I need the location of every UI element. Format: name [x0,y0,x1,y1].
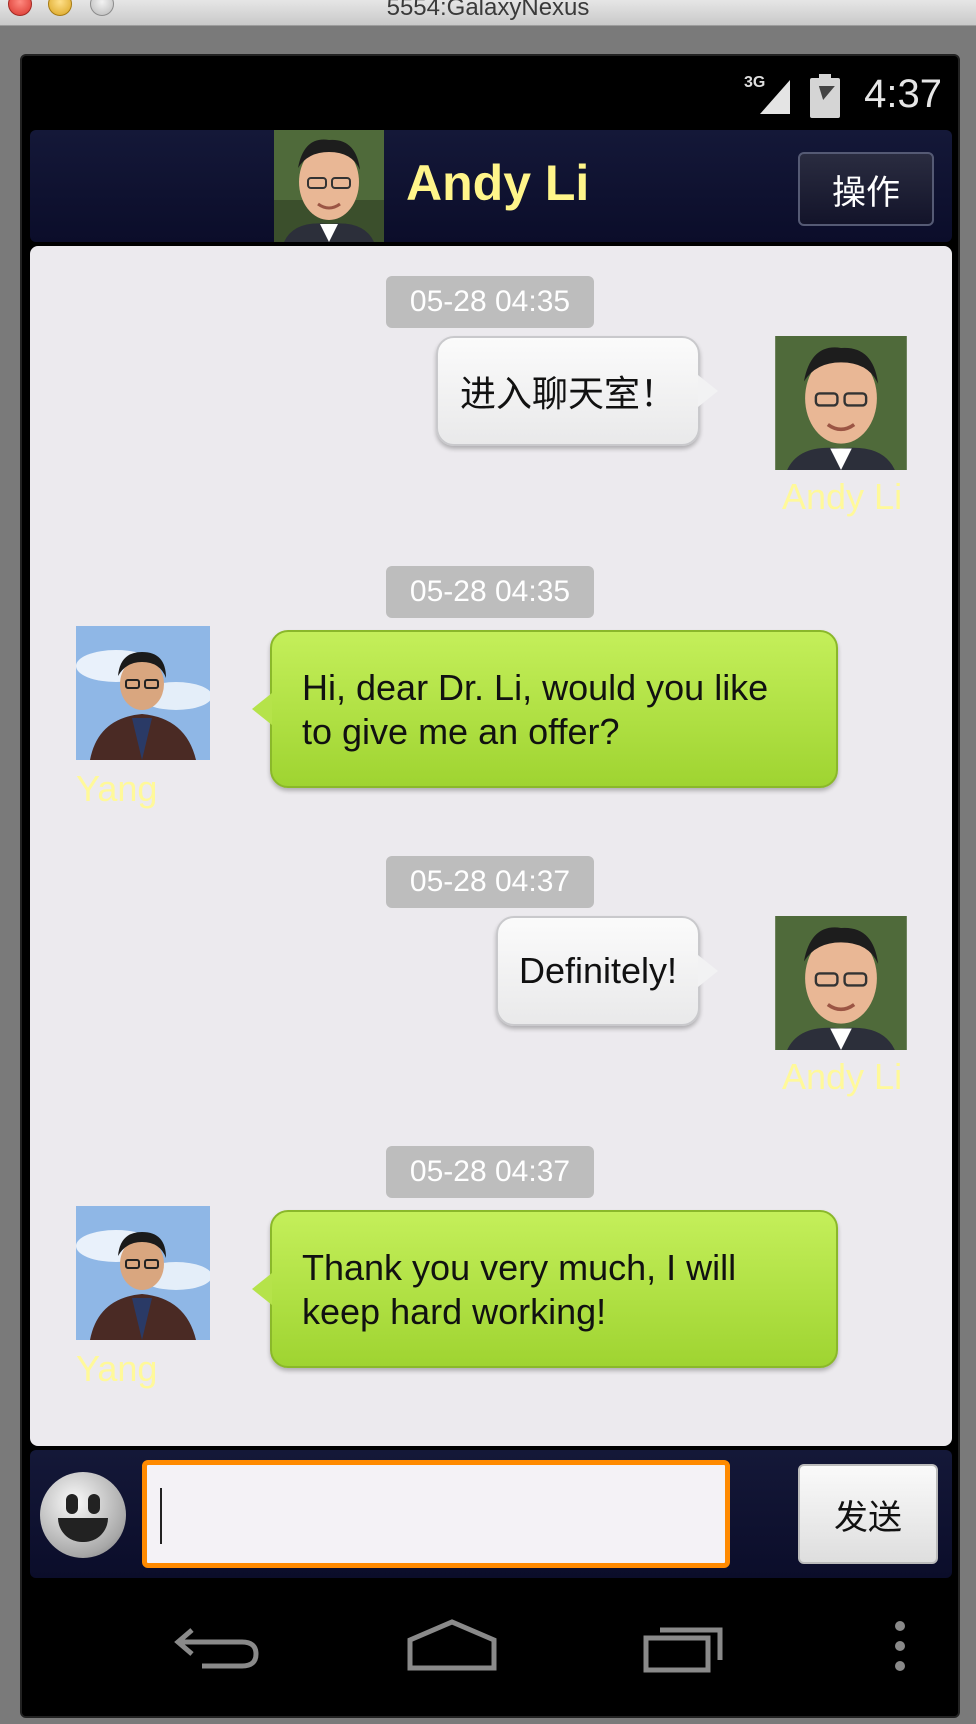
message-text-line: keep hard working! [302,1291,607,1332]
status-clock: 4:37 [864,72,942,116]
system-nav-bar [22,1586,958,1716]
sender-avatar[interactable] [76,626,210,760]
message-text: 进入聊天室！ [459,373,676,414]
sender-name: Andy Li [782,1056,903,1097]
smiley-icon[interactable] [40,1472,126,1558]
back-icon[interactable] [172,1616,262,1676]
text-caret [160,1488,162,1544]
chat-messages[interactable]: 05-28 04:35 进入聊天室！ Andy Li 05-28 04:35 Y… [30,246,952,1446]
overflow-menu-icon[interactable] [888,1616,912,1680]
status-bar: 3G 4:37 [22,70,958,120]
message-timestamp: 05-28 04:37 [386,856,594,908]
message-timestamp: 05-28 04:37 [386,1146,594,1198]
message-input[interactable] [142,1460,730,1568]
sender-avatar[interactable] [774,336,908,470]
message-bubble[interactable]: 进入聊天室！ [436,336,718,446]
chat-header: Andy Li 操作 [30,130,952,242]
home-icon[interactable] [402,1616,502,1676]
message-timestamp: 05-28 04:35 [386,276,594,328]
message-text-line: Thank you very much, I will [302,1247,737,1288]
sender-avatar[interactable] [76,1206,210,1340]
window-titlebar: 5554:GalaxyNexus [0,0,976,26]
sender-name: Yang [76,768,158,809]
message-timestamp: 05-28 04:35 [386,566,594,618]
message-bubble[interactable]: Definitely! [496,916,718,1026]
compose-bar: 发送 [30,1450,952,1578]
sender-name: Andy Li [782,476,903,517]
send-button[interactable]: 发送 [798,1464,938,1564]
contact-avatar[interactable] [274,130,384,242]
sender-name: Yang [76,1348,158,1389]
contact-name: Andy Li [406,155,590,211]
recents-icon[interactable] [640,1616,730,1676]
sender-avatar[interactable] [774,916,908,1050]
message-text: Definitely! [518,950,678,991]
signal-icon: 3G [744,74,794,118]
message-text-line: to give me an offer? [302,711,620,752]
message-bubble[interactable]: Hi, dear Dr. Li, would you like to give … [252,630,838,788]
device-screen: 3G 4:37 Andy Li 操作 05-28 04:35 进入聊天室！ An… [20,54,960,1718]
battery-icon [810,74,840,118]
window-title: 5554:GalaxyNexus [386,0,590,21]
actions-button[interactable]: 操作 [798,152,934,226]
message-bubble[interactable]: Thank you very much, I will keep hard wo… [252,1210,838,1368]
message-text-line: Hi, dear Dr. Li, would you like [302,667,769,708]
